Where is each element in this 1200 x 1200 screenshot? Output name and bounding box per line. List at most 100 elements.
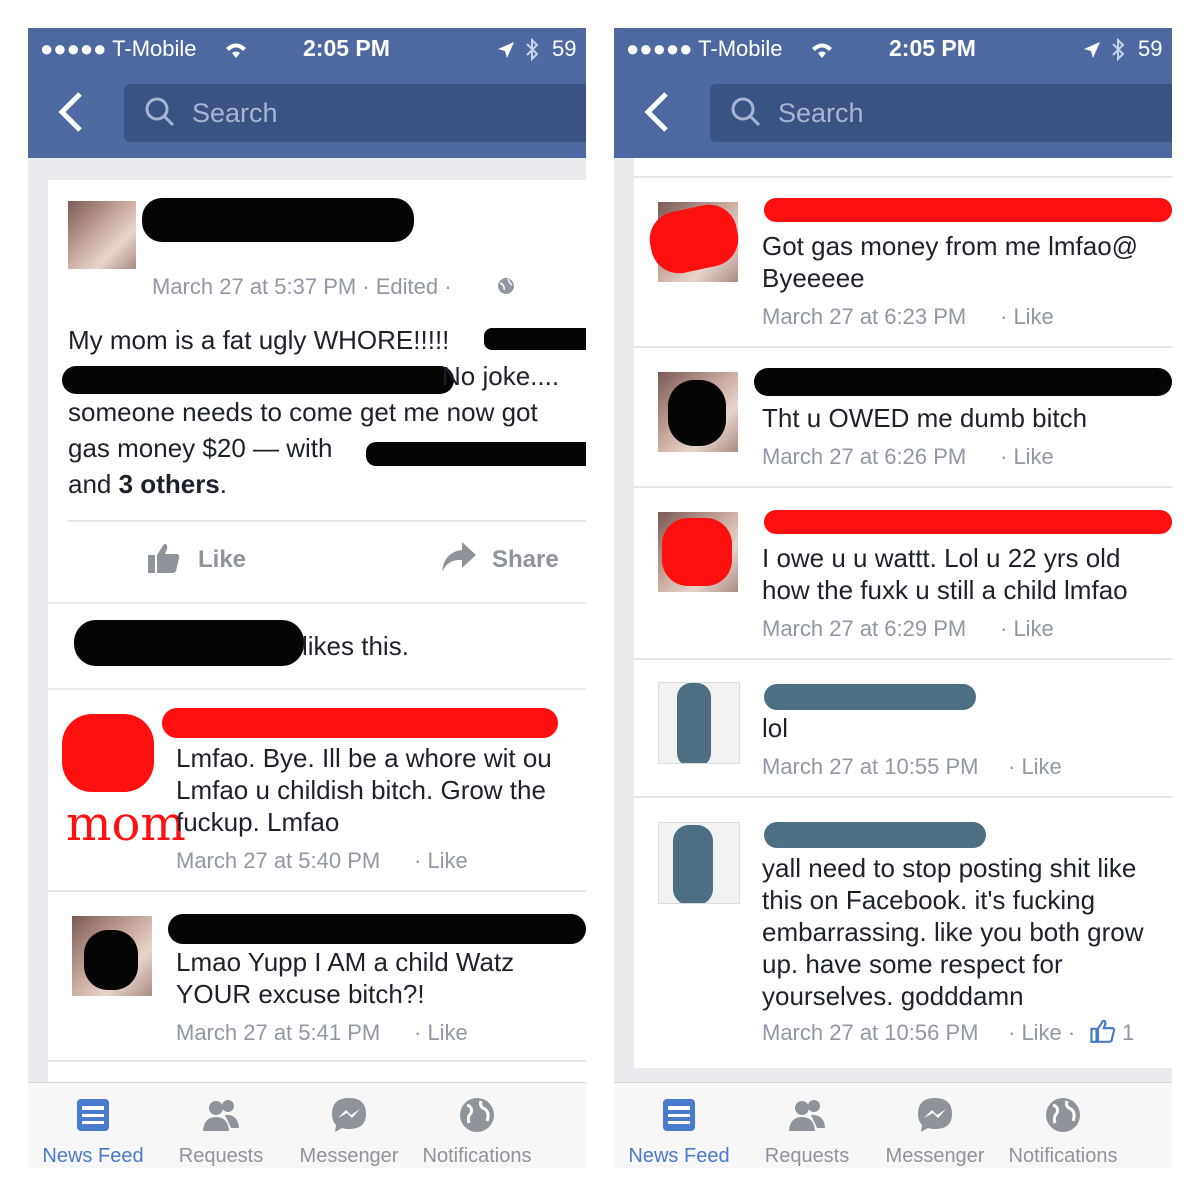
post-line-2: No joke.... <box>442 361 560 391</box>
requests-icon <box>789 1100 825 1131</box>
comment-text: yourselves. godddamn <box>762 981 1024 1011</box>
redacted-name <box>764 198 1172 222</box>
battery-label: 59 <box>1138 36 1163 61</box>
search-box[interactable] <box>124 84 586 142</box>
like-label: Like <box>198 546 247 573</box>
redacted-name <box>764 684 976 710</box>
tab-bar: News Feed Requests Messenger Notificatio… <box>28 1082 586 1168</box>
redacted-name <box>764 510 1172 534</box>
likes-summary: likes this. <box>302 631 409 661</box>
comment-like-link[interactable]: · Like <box>414 1020 468 1046</box>
comment-text: I owe u u wattt. Lol u 22 yrs old <box>762 543 1121 573</box>
avatar[interactable] <box>72 916 152 996</box>
back-chevron-icon <box>644 92 668 132</box>
tab-requests[interactable]: Requests <box>742 1083 872 1168</box>
comment-timestamp: March 27 at 6:29 PM <box>762 616 967 641</box>
search-input[interactable] <box>776 94 1160 132</box>
tab-messenger[interactable]: Messenger <box>284 1083 414 1168</box>
redacted-tag-2 <box>62 366 454 394</box>
globe-icon <box>498 278 514 294</box>
redacted-name <box>754 368 1172 396</box>
tab-notifications[interactable]: Notifications <box>998 1083 1128 1168</box>
comment-timestamp: March 27 at 10:56 PM <box>762 1020 979 1045</box>
tab-messenger[interactable]: Messenger <box>870 1083 1000 1168</box>
news-feed-icon <box>77 1099 109 1131</box>
comment-text: fuckup. Lmfao <box>176 807 340 837</box>
comment-like-link[interactable]: · Like <box>1000 304 1054 330</box>
clock: 2:05 PM <box>889 35 976 61</box>
redacted-name <box>168 914 586 944</box>
comment-timestamp: March 27 at 6:23 PM <box>762 304 967 329</box>
carrier-label: ●●●●● T-Mobile <box>626 36 783 61</box>
comment-text: this on Facebook. it's fucking <box>762 885 1096 915</box>
tab-bar: News Feed Requests Messenger Notificatio… <box>614 1082 1172 1168</box>
notifications-icon <box>1046 1098 1080 1132</box>
messenger-icon <box>918 1098 952 1132</box>
avatar[interactable] <box>658 822 740 904</box>
post-timestamp: March 27 at 5:37 PM · Edited · <box>152 274 452 299</box>
tab-news-feed[interactable]: News Feed <box>28 1083 158 1168</box>
left-screen: ●●●●● T-Mobile 2:05 PM 59 March 27 at 5:… <box>28 28 586 1168</box>
post-card: March 27 at 5:37 PM · Edited · My mom is… <box>48 180 586 1082</box>
divider <box>634 176 1172 178</box>
comment-like-link[interactable]: · Like <box>1000 444 1054 470</box>
divider <box>48 602 586 604</box>
comment-like-link[interactable]: · Like <box>414 848 468 874</box>
avatar[interactable] <box>658 512 738 592</box>
status-bar: ●●●●● T-Mobile 2:05 PM 59 <box>28 28 586 70</box>
comment-text: lol <box>762 713 789 743</box>
thumbs-up-icon <box>1090 1019 1116 1043</box>
tab-news-feed[interactable]: News Feed <box>614 1083 744 1168</box>
comment-text: up. have some respect for <box>762 949 1063 979</box>
comment-timestamp: March 27 at 10:55 PM <box>762 754 979 779</box>
comment-text: Lmfao u childish bitch. Grow the <box>176 775 546 805</box>
redacted-name <box>162 708 558 738</box>
battery-label: 59 <box>552 36 577 61</box>
back-button[interactable] <box>642 90 682 138</box>
comment-text: YOUR excuse bitch?! <box>176 979 425 1009</box>
clock: 2:05 PM <box>303 35 390 61</box>
redacted-name <box>764 822 986 848</box>
avatar[interactable] <box>68 201 136 269</box>
divider <box>48 890 586 892</box>
comment-text: Tht u OWED me dumb bitch <box>762 403 1088 433</box>
comment-timestamp: March 27 at 6:26 PM <box>762 444 967 469</box>
divider <box>634 486 1172 488</box>
avatar[interactable] <box>658 682 740 764</box>
comment-text: Lmao Yupp I AM a child Watz <box>176 947 515 977</box>
location-icon <box>498 42 514 58</box>
search-box[interactable] <box>710 84 1172 142</box>
search-input[interactable] <box>190 94 574 132</box>
redacted-avatar <box>62 714 154 792</box>
like-button[interactable]: Like <box>146 540 276 580</box>
post-line-3: someone needs to come get me now got <box>68 397 538 427</box>
mom-annotation: mom <box>66 796 186 852</box>
wifi-icon <box>812 43 832 58</box>
comment-text: Got gas money from me lmfao@ <box>762 231 1139 261</box>
tab-requests[interactable]: Requests <box>156 1083 286 1168</box>
comment-text: embarrassing. like you both grow <box>762 917 1144 947</box>
divider <box>634 658 1172 660</box>
back-button[interactable] <box>56 90 96 138</box>
search-icon <box>731 97 761 127</box>
tab-notifications[interactable]: Notifications <box>412 1083 542 1168</box>
wifi-icon <box>226 43 246 58</box>
redacted-tag <box>484 328 586 350</box>
status-bar: ●●●●● T-Mobile 2:05 PM 59 <box>614 28 1172 70</box>
others-link[interactable]: 3 others <box>119 469 220 499</box>
back-chevron-icon <box>58 92 82 132</box>
divider <box>48 1060 586 1062</box>
nav-bar <box>614 70 1172 158</box>
comment-like-link[interactable]: · Like <box>1000 616 1054 642</box>
comments-card: Got gas money from me lmfao@ Byeeeee Mar… <box>634 158 1172 1068</box>
comment-like-link[interactable]: · Like <box>1008 754 1062 780</box>
comment-timestamp: March 27 at 5:41 PM <box>176 1020 381 1045</box>
divider <box>68 520 586 522</box>
post-line-5: and 3 others. <box>68 469 228 499</box>
comment-like-link[interactable]: · Like · <box>1008 1020 1075 1046</box>
avatar[interactable] <box>658 372 738 452</box>
share-button[interactable]: Share <box>440 540 570 580</box>
like-count: 1 <box>1122 1020 1135 1045</box>
divider <box>48 688 586 690</box>
divider <box>634 796 1172 798</box>
